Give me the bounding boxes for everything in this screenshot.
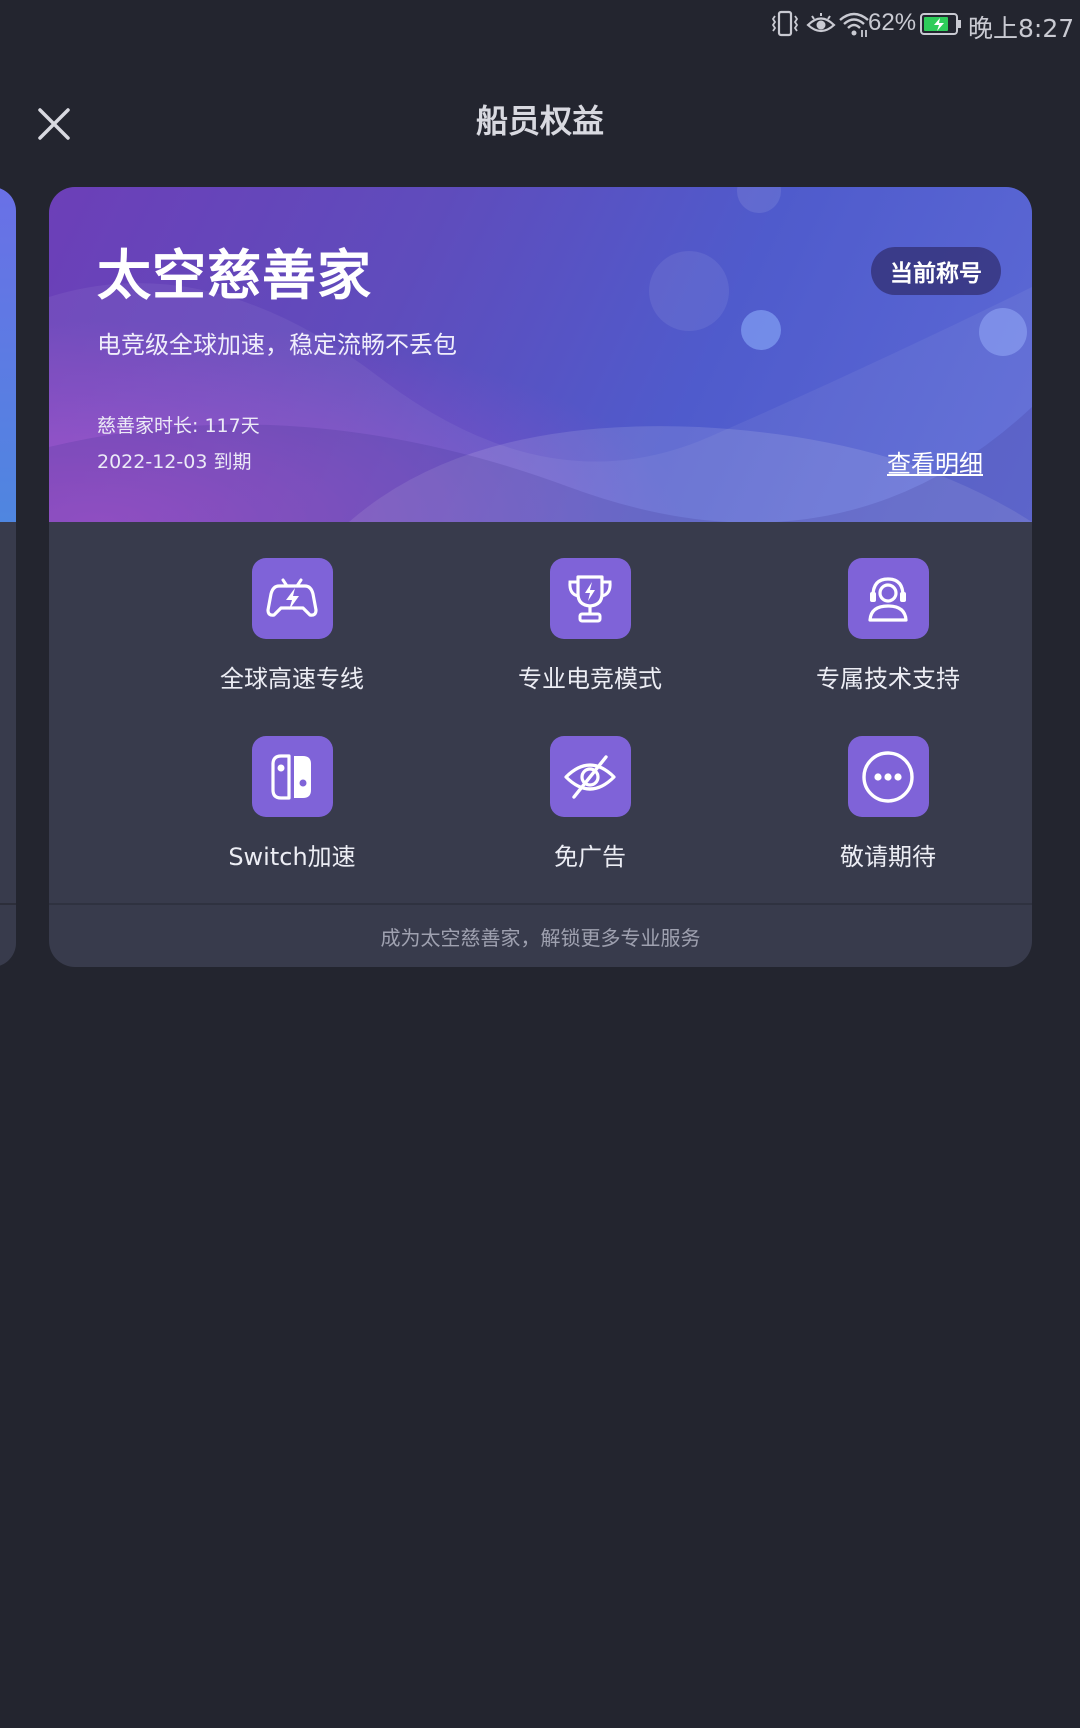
membership-duration: 慈善家时长: 117天	[97, 415, 260, 437]
eye-off-icon	[549, 736, 631, 817]
feature-label: 敬请期待	[840, 843, 936, 871]
feature-label: 全球高速专线	[220, 665, 364, 693]
page-title: 船员权益	[475, 102, 604, 140]
feature-grid: 全球高速专线 专业电竞模式 专属技术支持 Switch加速 免广告 敬请期待	[49, 522, 1032, 902]
vibrate-icon	[770, 10, 800, 42]
feature-ad-free[interactable]: 免广告	[490, 736, 690, 872]
more-icon	[847, 736, 929, 817]
switch-console-icon	[251, 736, 333, 817]
support-agent-icon	[847, 558, 929, 639]
status-bar: 62% 晚上8:27	[0, 0, 1080, 50]
view-details-link[interactable]: 查看明细	[887, 444, 983, 479]
feature-label: 专业电竞模式	[518, 665, 662, 693]
feature-coming-soon[interactable]: 敬请期待	[788, 736, 988, 872]
feature-switch-boost[interactable]: Switch加速	[192, 736, 392, 872]
trophy-icon	[549, 558, 631, 639]
expiry-date: 2022-12-03 到期	[97, 451, 252, 473]
current-title-badge: 当前称号	[871, 247, 1001, 295]
clock: 晚上8:27	[968, 14, 1075, 43]
eye-care-icon	[806, 10, 836, 42]
feature-label: 专属技术支持	[816, 665, 960, 693]
battery-charging-icon	[920, 12, 962, 40]
tier-name: 太空慈善家	[97, 244, 372, 307]
upgrade-hint: 成为太空慈善家，解锁更多专业服务	[380, 926, 701, 950]
battery-percent: 62%	[868, 9, 917, 36]
gamepad-lightning-icon	[251, 558, 333, 639]
tier-card: 太空慈善家 电竞级全球加速，稳定流畅不丢包 当前称号 慈善家时长: 117天 2…	[49, 187, 1032, 967]
card-divider	[49, 903, 1032, 905]
feature-global-line[interactable]: 全球高速专线	[192, 558, 392, 694]
tier-description: 电竞级全球加速，稳定流畅不丢包	[97, 331, 457, 359]
header: 船员权益	[0, 80, 1080, 160]
wifi-icon	[838, 10, 870, 42]
feature-tech-support[interactable]: 专属技术支持	[788, 558, 988, 694]
feature-label: 免广告	[554, 843, 626, 871]
feature-label: Switch加速	[228, 843, 356, 871]
tier-banner: 太空慈善家 电竞级全球加速，稳定流畅不丢包 当前称号 慈善家时长: 117天 2…	[49, 187, 1032, 522]
feature-esports-mode[interactable]: 专业电竞模式	[490, 558, 690, 694]
previous-tier-card[interactable]	[0, 187, 16, 967]
